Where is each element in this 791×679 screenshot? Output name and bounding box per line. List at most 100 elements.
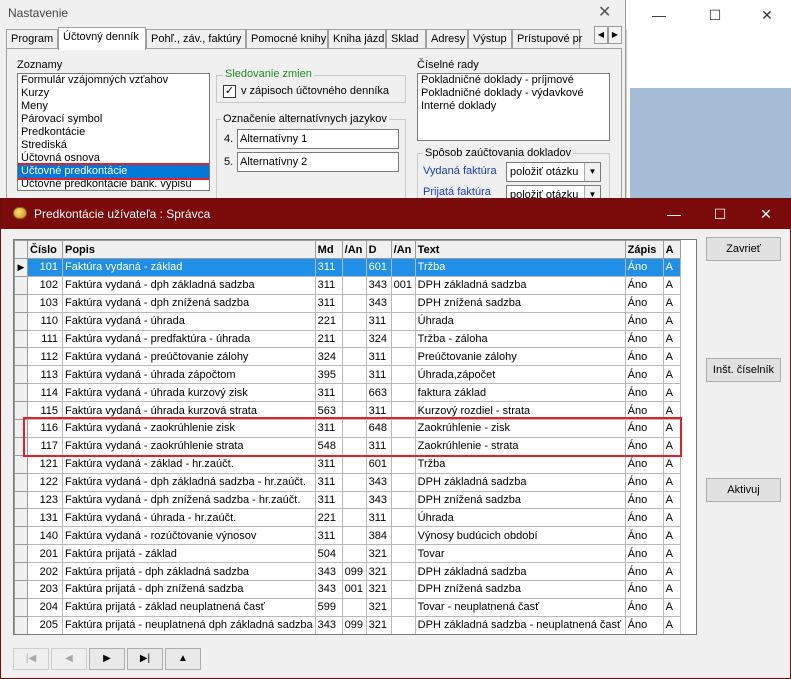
table-row[interactable]: 121 Faktúra vydaná - základ - hr.zaúčt. 31…: [14, 454, 681, 474]
table-row[interactable]: 123 Faktúra vydaná - dph znížená sadzba -…: [14, 490, 681, 510]
ciselne-list[interactable]: Pokladničné doklady - príjmové Pokladničn…: [417, 73, 610, 141]
list-item[interactable]: Formulár vzájomných vzťahov: [18, 74, 209, 87]
table-row[interactable]: 114 Faktúra vydaná - úhrada kurzový zisk 3…: [14, 383, 681, 403]
close-icon[interactable]: ✕: [743, 199, 789, 229]
nav-up-button[interactable]: ▲: [165, 648, 201, 670]
table-row[interactable]: 112 Faktúra vydaná - preúčtovanie zálohy 3…: [14, 347, 681, 367]
row-indicator[interactable]: [14, 365, 28, 385]
sposob-label: Spôsob zaúčtovania dokladov: [423, 147, 574, 159]
column-header[interactable]: D: [365, 240, 392, 259]
row-indicator[interactable]: [14, 383, 28, 403]
nav-first-button[interactable]: |◀: [13, 648, 49, 670]
tab-1[interactable]: Účtovný denník: [58, 27, 146, 50]
row-indicator[interactable]: [14, 401, 28, 421]
column-header[interactable]: Text: [414, 240, 626, 259]
table-row[interactable]: 204 Faktúra prijatá - základ neuplatnená …: [14, 597, 681, 617]
tab-scroll-left-icon[interactable]: ◀: [594, 26, 608, 44]
table-cell: [390, 329, 416, 349]
row-indicator[interactable]: [14, 562, 28, 582]
list-item[interactable]: Párovací symbol: [18, 113, 209, 126]
vydana-faktura-select[interactable]: položiť otázku ▼: [506, 162, 601, 182]
column-header[interactable]: /An: [390, 240, 416, 259]
table-row[interactable]: 140 Faktúra vydaná - rozúčtovanie výnosov…: [14, 526, 681, 546]
column-header[interactable]: Zápis: [624, 240, 664, 259]
maximize-icon[interactable]: ☐: [692, 0, 738, 30]
column-header[interactable]: Číslo: [27, 240, 63, 259]
tab-scroll-right-icon[interactable]: ▶: [608, 26, 622, 44]
table-row[interactable]: 111 Faktúra vydaná - predfaktúra - úhrada…: [14, 329, 681, 349]
table-row[interactable]: 110 Faktúra vydaná - úhrada 221 311 Úhrada Án…: [14, 311, 681, 331]
list-item[interactable]: Kurzy: [18, 87, 209, 100]
list-item[interactable]: Predkontácie: [18, 126, 209, 139]
table-row[interactable]: 205 Faktúra prijatá - neuplatnená dph zák…: [14, 615, 681, 634]
maximize-icon[interactable]: ☐: [697, 199, 743, 229]
close-icon[interactable]: ✕: [598, 2, 611, 22]
table-row[interactable]: 103 Faktúra vydaná - dph znížená sadzba 31…: [14, 293, 681, 313]
row-indicator[interactable]: [14, 526, 28, 546]
tab-0[interactable]: Program: [6, 29, 58, 49]
list-item[interactable]: Pokladničné doklady - príjmové: [418, 74, 609, 87]
tab-7[interactable]: Výstup: [468, 29, 512, 49]
nav-prev-button[interactable]: ◀: [51, 648, 87, 670]
minimize-icon[interactable]: —: [651, 199, 697, 229]
list-item[interactable]: Účtovné predkontácie bank. výpisu: [18, 178, 209, 190]
tab-6[interactable]: Adresy: [426, 29, 468, 49]
list-item[interactable]: Interné doklady: [418, 100, 609, 113]
row-indicator[interactable]: [14, 615, 28, 634]
row-indicator[interactable]: [14, 419, 28, 438]
chevron-down-icon[interactable]: ▼: [584, 163, 600, 181]
close-icon[interactable]: ✕: [744, 0, 790, 30]
nav-last-button[interactable]: ▶|: [127, 648, 163, 670]
activate-button[interactable]: Aktivuj: [706, 478, 781, 502]
grid-scrollbar[interactable]: ▲ ▼: [696, 240, 697, 634]
row-indicator[interactable]: [14, 490, 28, 510]
predkontacie-grid[interactable]: Číslo Popis Md/An D/An Text Zápis A ▶ 101 Faktúr…: [13, 239, 697, 635]
table-row[interactable]: ▶ 101 Faktúra vydaná - základ 311 601 Tržba Án…: [14, 258, 681, 277]
alt-field-1[interactable]: Alternatívny 1: [237, 129, 399, 149]
table-row[interactable]: 117 Faktúra vydaná - zaokrúhlenie strata 5…: [14, 436, 681, 456]
tab-8[interactable]: Prístupové pr: [512, 29, 582, 49]
column-header[interactable]: Md: [314, 240, 343, 259]
table-row[interactable]: 201 Faktúra prijatá - základ 504 321 Tovar Án…: [14, 544, 681, 564]
row-indicator[interactable]: [14, 508, 28, 528]
zoznamy-list[interactable]: Formulár vzájomných vzťahov Kurzy Meny Páro…: [17, 73, 210, 191]
sledovanie-checkbox[interactable]: ✓: [223, 85, 236, 98]
column-header[interactable]: Popis: [62, 240, 316, 259]
minimize-icon[interactable]: —: [636, 0, 682, 30]
row-indicator[interactable]: [14, 597, 28, 617]
nav-next-button[interactable]: ▶: [89, 648, 125, 670]
row-indicator[interactable]: ▶: [14, 258, 28, 277]
close-button[interactable]: Zavrieť: [706, 237, 781, 261]
row-indicator[interactable]: [14, 544, 28, 564]
row-indicator[interactable]: [14, 329, 28, 349]
tab-5[interactable]: Sklad: [386, 29, 426, 49]
row-indicator[interactable]: [14, 311, 28, 331]
tab-2[interactable]: Pohľ., záv., faktúry: [146, 29, 246, 49]
alt-field-2[interactable]: Alternatívny 2: [237, 152, 399, 172]
row-indicator[interactable]: [14, 275, 28, 295]
column-header[interactable]: A: [662, 240, 681, 259]
row-indicator[interactable]: [14, 347, 28, 367]
table-row[interactable]: 203 Faktúra prijatá - dph znížená sadzba 3…: [14, 580, 681, 599]
row-indicator[interactable]: [14, 454, 28, 474]
row-indicator[interactable]: [14, 436, 28, 456]
row-indicator[interactable]: [14, 293, 28, 313]
table-row[interactable]: 113 Faktúra vydaná - úhrada zápočtom 395 31…: [14, 365, 681, 385]
list-item[interactable]: Meny: [18, 100, 209, 113]
list-item[interactable]: Účtovná osnova: [18, 152, 209, 165]
tab-3[interactable]: Pomocné knihy: [246, 29, 328, 49]
table-row[interactable]: 115 Faktúra vydaná - úhrada kurzová strat…: [14, 401, 681, 421]
list-item[interactable]: Účtovné predkontácie: [18, 163, 209, 180]
list-item[interactable]: Strediská: [18, 139, 209, 152]
row-indicator[interactable]: [14, 580, 28, 599]
table-row[interactable]: 122 Faktúra vydaná - dph základná sadzba …: [14, 472, 681, 492]
table-row[interactable]: 202 Faktúra prijatá - dph základná sadzba…: [14, 562, 681, 582]
column-header[interactable]: /An: [341, 240, 367, 259]
table-row[interactable]: 131 Faktúra vydaná - úhrada - hr.zaúčt. 22…: [14, 508, 681, 528]
row-indicator[interactable]: [14, 472, 28, 492]
table-row[interactable]: 102 Faktúra vydaná - dph základná sadzba 3…: [14, 275, 681, 295]
tab-4[interactable]: Kniha jázd: [328, 29, 386, 49]
inst-ciselnik-button[interactable]: Inšt. číselník: [706, 358, 781, 382]
list-item[interactable]: Pokladničné doklady - výdavkové: [418, 87, 609, 100]
table-row[interactable]: 116 Faktúra vydaná - zaokrúhlenie zisk 311…: [14, 419, 681, 438]
